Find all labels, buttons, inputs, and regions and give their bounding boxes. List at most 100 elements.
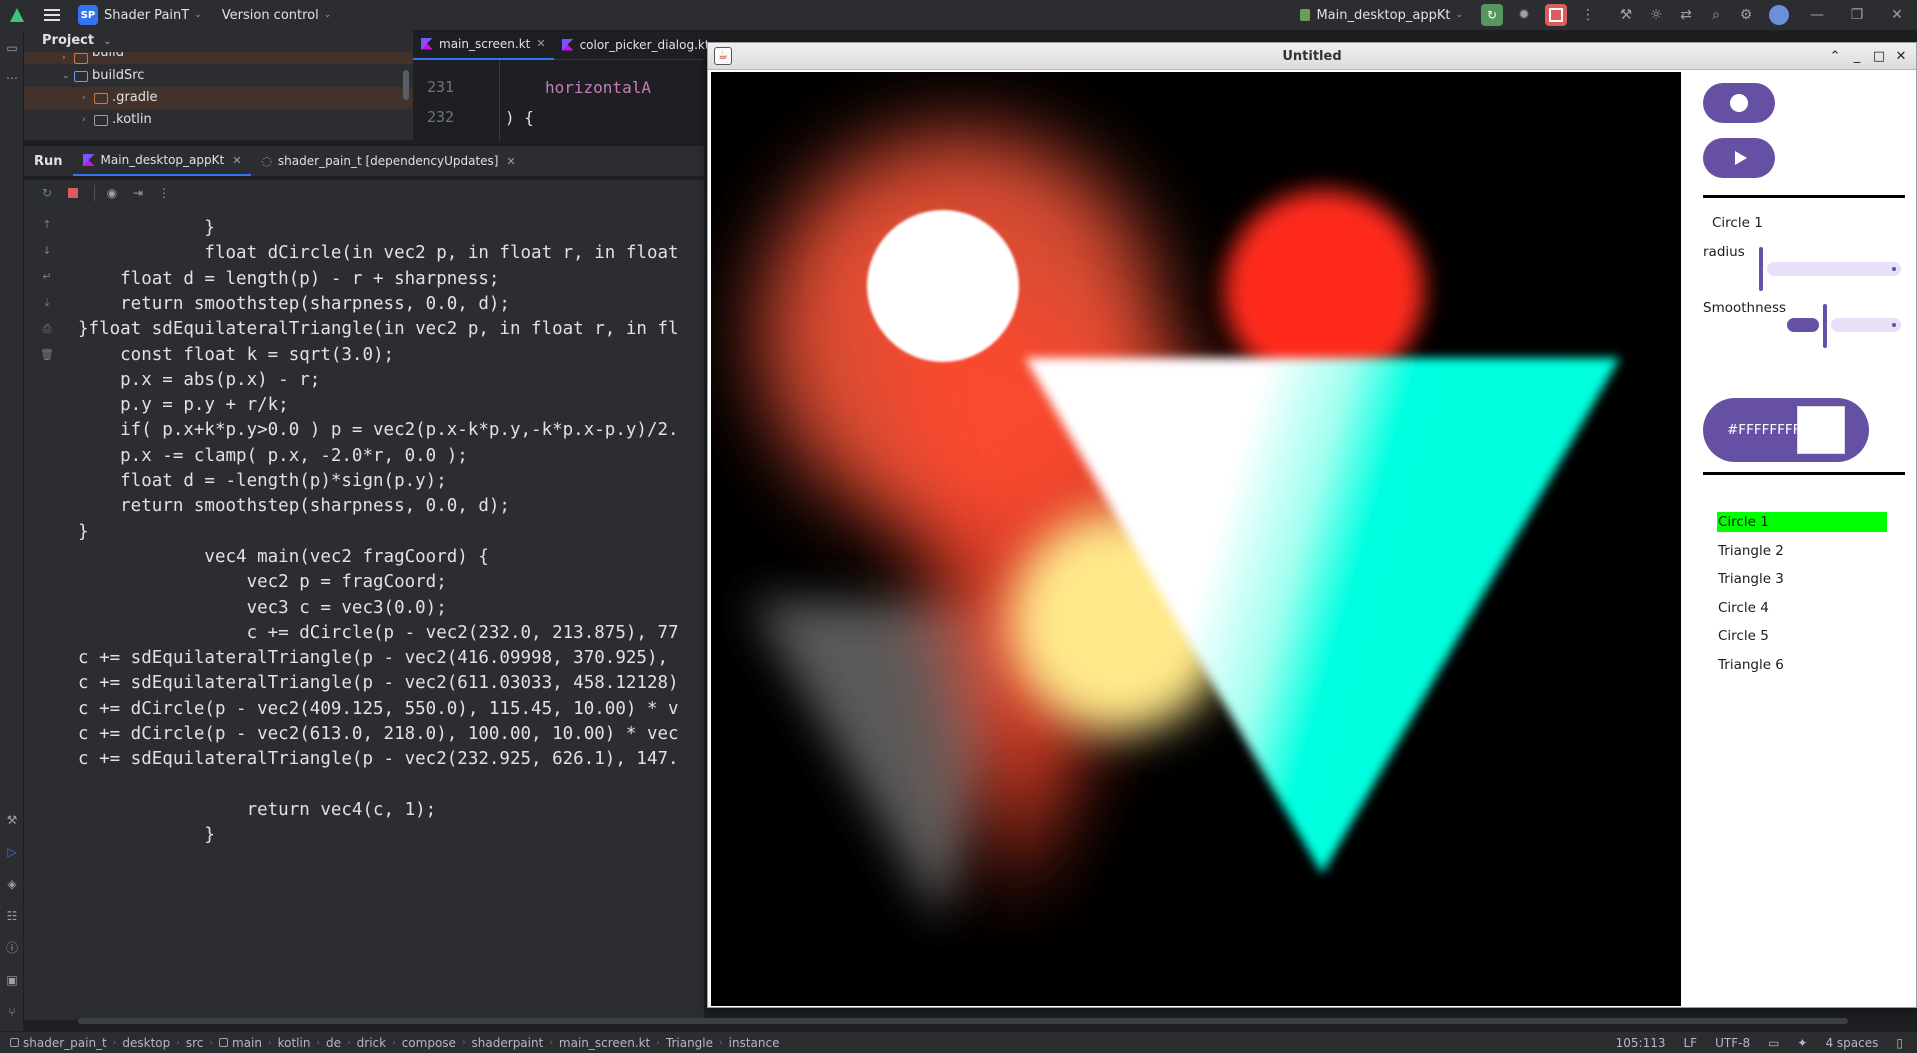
bug-icon[interactable]: ☼ (1641, 0, 1671, 30)
code-line: ) { (505, 108, 534, 127)
folder-icon[interactable]: ▭ (4, 40, 20, 56)
breadcrumb-item[interactable]: src (186, 1036, 204, 1050)
tab-color-picker[interactable]: color_picker_dialog.kt (554, 30, 718, 60)
tree-item-buildsrc[interactable]: ⌄ buildSrc (24, 65, 413, 87)
more-actions-icon[interactable]: ⋮ (1573, 0, 1603, 30)
debug-icon[interactable]: ✹ (1509, 0, 1539, 30)
cursor-position[interactable]: 105:113 (1616, 1036, 1666, 1050)
maximize-icon[interactable]: □ (1868, 43, 1890, 70)
close-tab-icon[interactable]: ✕ (506, 155, 515, 168)
stop-icon[interactable] (62, 182, 84, 204)
breadcrumb-item[interactable]: main (219, 1036, 262, 1050)
print-icon[interactable]: ⎙ (40, 322, 54, 336)
indent-setting[interactable]: 4 spaces (1825, 1036, 1878, 1050)
smoothness-slider-thumb[interactable] (1823, 304, 1827, 348)
scroll-to-end-icon[interactable]: ⤓ (40, 296, 54, 310)
chevron-down-icon: ⌄ (1455, 10, 1463, 20)
app-title-bar[interactable]: ☕ Untitled ⌃ _ □ ✕ (708, 43, 1916, 70)
more-tools-icon[interactable]: ⋯ (4, 70, 20, 86)
collapse-icon[interactable]: ⌃ (1824, 43, 1846, 70)
git-icon[interactable]: ⑂ (4, 1004, 20, 1020)
close-icon[interactable]: ✕ (1890, 43, 1912, 70)
avatar[interactable] (1769, 5, 1789, 25)
rerun-icon[interactable]: ↻ (1481, 4, 1503, 26)
play-button[interactable] (1703, 138, 1775, 178)
run-panel-title: Run (24, 146, 73, 176)
radius-slider-thumb[interactable] (1759, 247, 1763, 291)
more-actions-icon[interactable]: ⋮ (153, 182, 175, 204)
logcat-icon[interactable]: ☷ (4, 908, 20, 924)
minimize-icon[interactable]: — (1797, 0, 1837, 30)
build-tool-icon[interactable]: ⚒ (4, 812, 20, 828)
exit-icon[interactable]: ⇥ (127, 182, 149, 204)
console-line: const float k = sqrt(3.0); (78, 344, 395, 365)
close-tab-icon[interactable]: ✕ (232, 154, 241, 167)
horizontal-scrollbar[interactable] (78, 1018, 1848, 1024)
smoothness-slider-track[interactable] (1831, 318, 1901, 332)
ai-assistant-icon[interactable]: ✦ (1797, 1036, 1807, 1050)
camera-icon[interactable]: ◉ (101, 182, 123, 204)
breadcrumb-item[interactable]: main_screen.kt (559, 1036, 650, 1050)
file-encoding[interactable]: UTF-8 (1715, 1036, 1750, 1050)
status-bar: shader_pain_t › desktop › src › main › kotlin › de… (0, 1031, 1917, 1053)
shader-canvas[interactable] (711, 72, 1681, 1006)
build-icon[interactable]: ⚒ (1611, 0, 1641, 30)
breadcrumb-item[interactable]: kotlin (278, 1036, 311, 1050)
console-line: c += sdEquilateralTriangle(p - vec2(416.… (78, 648, 669, 669)
tree-item-kotlin[interactable]: › .kotlin (24, 109, 413, 131)
breadcrumb-item[interactable]: de (326, 1036, 341, 1050)
trash-icon[interactable]: 🗑 (40, 348, 54, 362)
scrollbar[interactable] (403, 70, 409, 100)
gem-icon[interactable]: ◈ (4, 876, 20, 892)
settings-icon[interactable]: ⚙ (1731, 0, 1761, 30)
code-editor[interactable]: 231 232 horizontalA ) { (413, 60, 703, 140)
arrow-down-icon[interactable]: ↓ (40, 244, 54, 258)
run-console-output[interactable]: } float dCircle(in vec2 p, in float r, i… (68, 206, 704, 1020)
project-panel-header[interactable]: Project ⌄ (24, 30, 413, 52)
radius-slider-track[interactable] (1767, 262, 1901, 276)
arrow-up-icon[interactable]: ↑ (40, 218, 54, 232)
restore-icon[interactable]: ❐ (1837, 0, 1877, 30)
sync-icon[interactable]: ⇄ (1671, 0, 1701, 30)
shape-list-item[interactable]: Triangle 3 (1717, 569, 1887, 589)
close-icon[interactable]: ✕ (1877, 0, 1917, 30)
add-circle-button[interactable] (1703, 83, 1775, 123)
breadcrumb-item[interactable]: instance (729, 1036, 780, 1050)
tab-run-main[interactable]: Main_desktop_appKt ✕ (72, 146, 252, 176)
tab-main-screen[interactable]: main_screen.kt ✕ (413, 30, 554, 60)
tree-item-build[interactable]: › build (24, 52, 413, 64)
breadcrumb-item[interactable]: drick (357, 1036, 386, 1050)
shape-list-item[interactable]: Circle 4 (1717, 598, 1887, 618)
rerun-icon[interactable]: ↻ (36, 182, 58, 204)
run-config-selector[interactable]: Main_desktop_appKt ⌄ (1294, 0, 1469, 30)
tree-item-gradle[interactable]: › .gradle (24, 87, 413, 109)
line-ending[interactable]: LF (1684, 1036, 1698, 1050)
shape-list-item[interactable]: Triangle 2 (1717, 541, 1887, 561)
project-switcher[interactable]: SP Shader PainT ⌄ (72, 0, 208, 30)
vcs-menu[interactable]: Version control ⌄ (216, 0, 338, 30)
stop-icon[interactable] (1545, 4, 1567, 26)
breadcrumb-item[interactable]: shaderpaint (472, 1036, 544, 1050)
memory-indicator-icon[interactable]: ▯ (1896, 1036, 1903, 1050)
readonly-icon[interactable]: ▭ (1768, 1036, 1779, 1050)
soft-wrap-icon[interactable]: ↵ (40, 270, 54, 284)
tab-run-dependency-updates[interactable]: ◌ shader_pain_t [dependencyUpdates] ✕ (251, 146, 525, 176)
shape-list-item[interactable]: Triangle 6 (1717, 655, 1887, 675)
terminal-icon[interactable]: ▣ (4, 972, 20, 988)
shape-list-item[interactable]: Circle 5 (1717, 626, 1887, 646)
breadcrumb-item[interactable]: compose (402, 1036, 456, 1050)
search-icon[interactable]: ⌕ (1701, 0, 1731, 30)
main-menu-icon[interactable] (44, 9, 60, 21)
close-tab-icon[interactable]: ✕ (536, 37, 545, 50)
breadcrumb-item[interactable]: desktop (122, 1036, 170, 1050)
breadcrumb-item[interactable]: Triangle (666, 1036, 713, 1050)
tab-label: main_screen.kt (439, 36, 531, 51)
run-tool-icon[interactable]: ▷ (4, 844, 20, 860)
shape-list-item[interactable]: Circle 1 (1717, 512, 1887, 532)
breadcrumb-item[interactable]: shader_pain_t (10, 1036, 107, 1050)
toolbar-divider (94, 185, 95, 201)
color-picker-button[interactable]: #FFFFFFFF (1703, 398, 1869, 462)
problems-icon[interactable]: ⓘ (4, 940, 20, 956)
minimize-icon[interactable]: _ (1846, 43, 1868, 70)
console-line: c += dCircle(p - vec2(613.0, 218.0), 100… (78, 724, 679, 744)
